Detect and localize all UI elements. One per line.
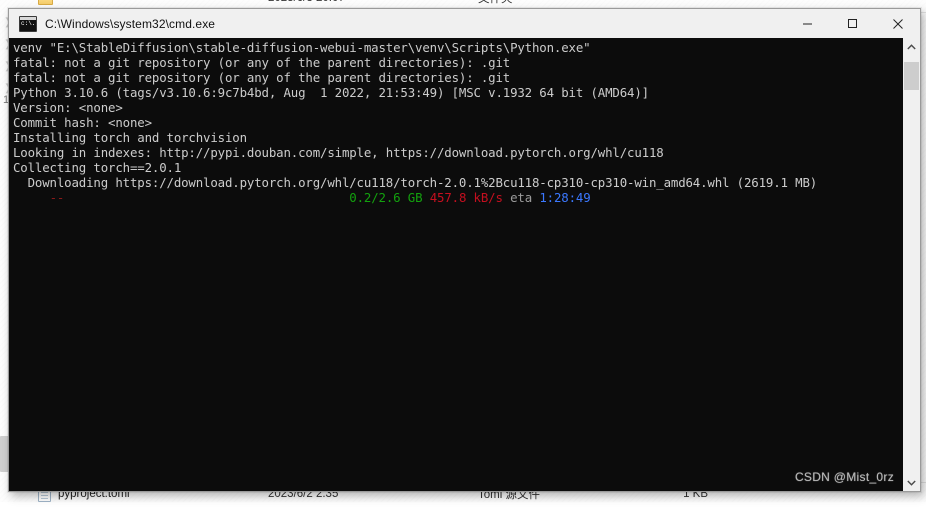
console-text-segment: Looking in indexes: http://pypi.douban.c…: [13, 145, 664, 160]
console-text-segment: Downloading https://download.pytorch.org…: [13, 175, 818, 190]
console-line: Downloading https://download.pytorch.org…: [13, 175, 902, 190]
console-text-segment: 0.2/2.6 GB: [349, 190, 423, 205]
close-button[interactable]: [875, 9, 920, 38]
console-area: venv "E:\StableDiffusion\stable-diffusio…: [9, 38, 920, 491]
window-controls: [785, 9, 920, 38]
console-scrollbar-track[interactable]: [903, 55, 920, 474]
console-text-segment: fatal: not a git repository (or any of t…: [13, 55, 511, 70]
console-text-segment: Version: <none>: [13, 100, 123, 115]
window-title: C:\Windows\system32\cmd.exe: [45, 16, 216, 31]
console-line: Collecting torch==2.0.1: [13, 160, 902, 175]
maximize-button[interactable]: [830, 9, 875, 38]
console-scrollbar-thumb[interactable]: [904, 62, 919, 90]
explorer-file-type: 文件夹: [478, 0, 513, 6]
console-text-segment: Python 3.10.6 (tags/v3.10.6:9c7b4bd, Aug…: [13, 85, 649, 100]
console-text-segment: venv "E:\StableDiffusion\stable-diffusio…: [13, 40, 591, 55]
cmd-window[interactable]: C:\Windows\system32\cmd.exe venv "E:\Sta…: [8, 8, 921, 492]
scroll-up-icon[interactable]: [903, 38, 920, 55]
console-line: fatal: not a git repository (or any of t…: [13, 70, 902, 85]
console-line: Python 3.10.6 (tags/v3.10.6:9c7b4bd, Aug…: [13, 85, 902, 100]
console-scrollbar[interactable]: [902, 38, 920, 491]
console-text-segment: Commit hash: <none>: [13, 115, 152, 130]
console-output[interactable]: venv "E:\StableDiffusion\stable-diffusio…: [9, 38, 902, 491]
console-text-segment: eta: [510, 190, 533, 205]
window-titlebar[interactable]: C:\Windows\system32\cmd.exe: [9, 9, 920, 38]
cmd-icon: [19, 15, 37, 32]
scroll-down-icon[interactable]: [903, 474, 920, 491]
console-line: Looking in indexes: http://pypi.douban.c…: [13, 145, 902, 160]
console-line: -- 0.2/2.6 GB 457.8 kB/s eta 1:28:49: [13, 190, 902, 205]
console-line: Version: <none>: [13, 100, 902, 115]
console-text-segment: 457.8 kB/s: [429, 190, 503, 205]
csdn-watermark: CSDN @Mist_0rz: [794, 470, 894, 484]
console-line: venv "E:\StableDiffusion\stable-diffusio…: [13, 40, 902, 55]
console-text-segment: Collecting torch==2.0.1: [13, 160, 182, 175]
console-line: fatal: not a git repository (or any of t…: [13, 55, 902, 70]
console-text-segment: [13, 190, 50, 205]
console-text-segment: fatal: not a git repository (or any of t…: [13, 70, 511, 85]
console-text-segment: [64, 190, 349, 205]
console-line: Commit hash: <none>: [13, 115, 902, 130]
console-text-segment: [422, 190, 429, 205]
console-text-segment: Installing torch and torchvision: [13, 130, 247, 145]
console-text-segment: 1:28:49: [539, 190, 591, 205]
explorer-file-name-cell: [38, 0, 60, 5]
folder-icon: [38, 0, 53, 5]
console-line: Installing torch and torchvision: [13, 130, 902, 145]
minimize-button[interactable]: [785, 9, 830, 38]
explorer-file-date: 2023/6/3 20:07: [268, 0, 345, 4]
console-text-segment: --: [49, 190, 65, 205]
